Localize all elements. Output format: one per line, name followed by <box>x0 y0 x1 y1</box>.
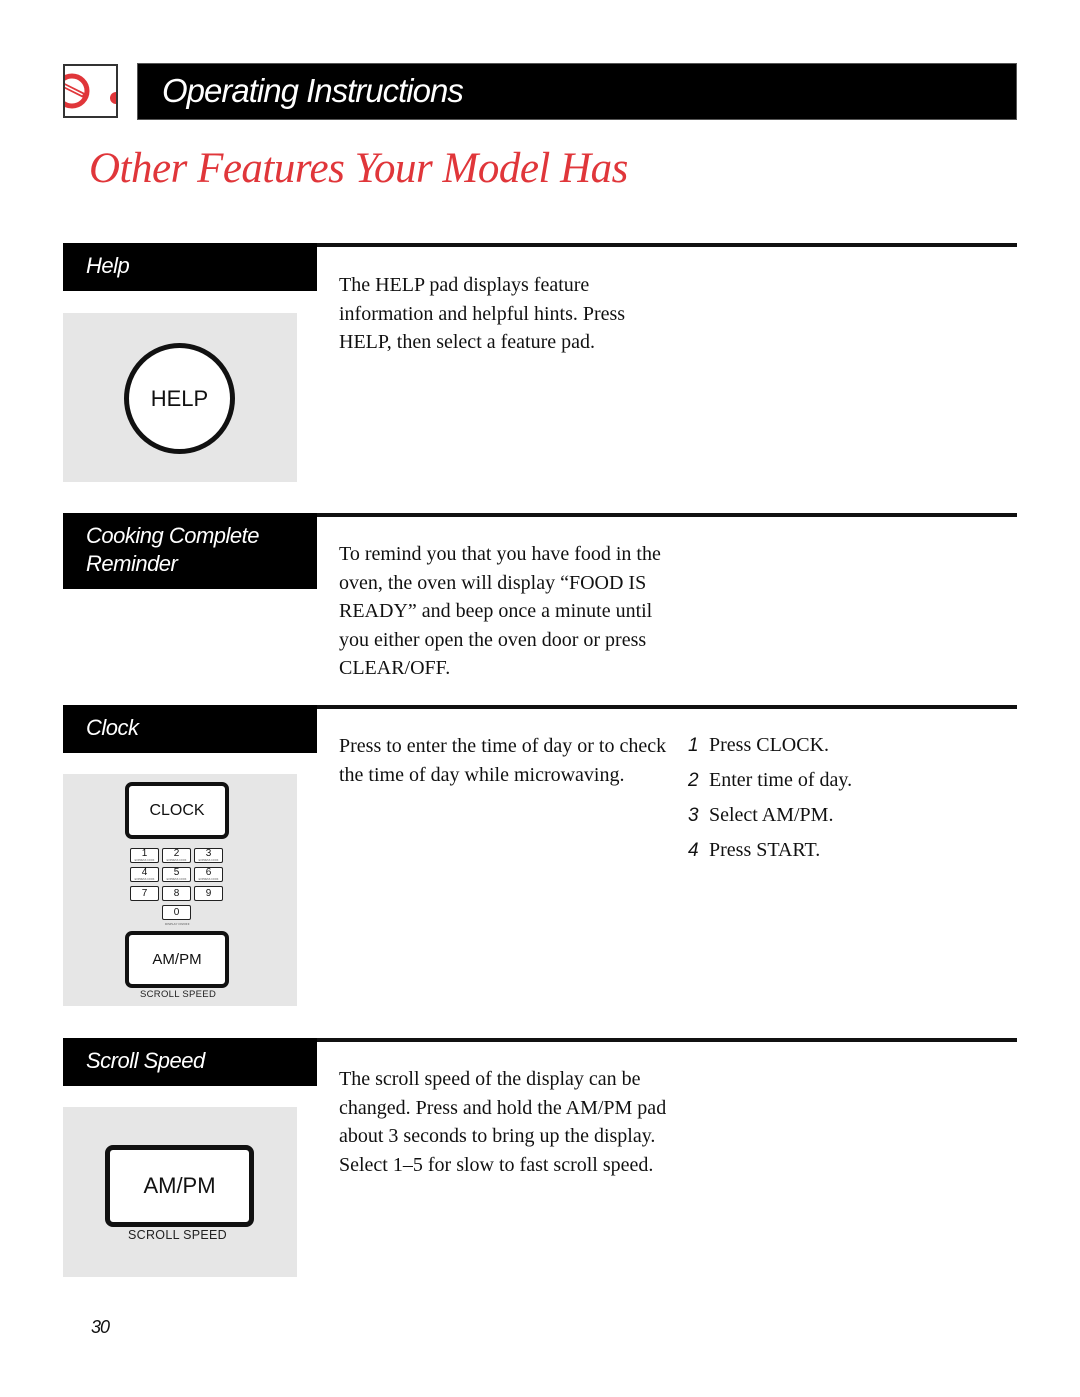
section-rule-clock <box>317 705 1017 709</box>
keypad-key-9-digit: 9 <box>205 888 212 899</box>
keypad-key-7-digit: 7 <box>141 888 148 899</box>
keypad-key-5-sub: EXPRESS COOK <box>166 878 187 881</box>
clock-step-number: 3 <box>688 805 699 826</box>
clock-ampm-caption: SCROLL SPEED <box>140 989 217 1000</box>
clock-step: 1 Press CLOCK. <box>688 734 852 769</box>
keypad-key-2[interactable]: 2 EXPRESS COOK <box>162 848 191 863</box>
keypad-key-4-digit: 4 <box>141 867 148 878</box>
keypad-key-7[interactable]: 7 <box>130 886 159 901</box>
section-label-cooking-complete: Cooking Complete Reminder <box>63 513 317 589</box>
keypad-key-3-digit: 3 <box>205 848 212 859</box>
clock-pad-button[interactable]: CLOCK <box>125 782 229 839</box>
section-label-help: Help <box>63 243 317 291</box>
clock-ampm-pad-label: AM/PM <box>152 951 202 968</box>
clock-step-text: Press START. <box>709 839 821 861</box>
keypad-key-2-sub: EXPRESS COOK <box>166 859 187 862</box>
section-label-scroll-speed: Scroll Speed <box>63 1038 317 1086</box>
section-rule-cooking-complete <box>317 513 1017 517</box>
keypad-key-4[interactable]: 4 EXPRESS COOK <box>130 867 159 882</box>
clock-step: 3 Select AM/PM. <box>688 804 852 839</box>
scroll-speed-ampm-pad-button[interactable]: AM/PM <box>105 1145 254 1227</box>
clock-step-text: Enter time of day. <box>709 769 853 791</box>
keypad-key-5-digit: 5 <box>173 867 180 878</box>
clock-steps-list: 1 Press CLOCK. 2 Enter time of day. 3 Selec… <box>688 734 852 874</box>
clock-step: 2 Enter time of day. <box>688 769 852 804</box>
range-dial-icon-graphic <box>65 73 116 109</box>
clock-description: Press to enter the time of day or to che… <box>339 735 667 786</box>
keypad-key-8[interactable]: 8 <box>162 886 191 901</box>
scroll-speed-ampm-pad-label: AM/PM <box>143 1173 216 1198</box>
section-rule-help <box>317 243 1017 247</box>
keypad-key-4-sub: EXPRESS COOK <box>134 878 155 881</box>
page-number: 30 <box>91 1317 110 1337</box>
cooking-complete-description: To remind you that you have food in the … <box>339 543 661 679</box>
section-label-clock: Clock <box>63 705 317 753</box>
keypad-key-0[interactable]: 0 <box>162 905 191 920</box>
clock-step-number: 4 <box>688 840 699 861</box>
section-label-cooking-complete-line1: Cooking Complete <box>86 523 259 548</box>
clock-step-text: Select AM/PM. <box>709 804 834 826</box>
section-rule-scroll-speed <box>317 1038 1017 1042</box>
scroll-speed-description: The scroll speed of the display can be c… <box>339 1068 667 1176</box>
help-pad-button[interactable]: HELP <box>124 343 235 454</box>
clock-ampm-pad-button[interactable]: AM/PM <box>125 931 229 988</box>
keypad-key-6-sub: EXPRESS COOK <box>198 878 219 881</box>
keypad-key-5[interactable]: 5 EXPRESS COOK <box>162 867 191 882</box>
help-pad-label: HELP <box>150 385 209 411</box>
keypad-key-1[interactable]: 1 EXPRESS COOK <box>130 848 159 863</box>
section-label-scroll-speed-text: Scroll Speed <box>86 1048 205 1073</box>
keypad-key-3[interactable]: 3 EXPRESS COOK <box>194 848 223 863</box>
page-title: Other Features Your Model Has <box>89 145 628 192</box>
clock-step-number: 2 <box>688 770 699 791</box>
keypad-key-9[interactable]: 9 <box>194 886 223 901</box>
clock-step: 4 Press START. <box>688 839 852 874</box>
keypad-key-1-digit: 1 <box>141 848 148 859</box>
keypad-key-2-digit: 2 <box>173 848 180 859</box>
keypad-key-6-digit: 6 <box>205 867 212 878</box>
section-label-cooking-complete-line2: Reminder <box>86 551 178 576</box>
keypad-key-8-digit: 8 <box>173 888 180 899</box>
section-label-help-text: Help <box>86 253 130 278</box>
range-dial-icon <box>63 64 118 118</box>
keypad-key-1-sub: EXPRESS COOK <box>134 859 155 862</box>
header-bar: Operating Instructions <box>137 63 1017 120</box>
keypad-zero-caption: DISPLAY ON/OFF <box>165 922 190 926</box>
clock-step-number: 1 <box>688 735 699 756</box>
keypad-key-0-digit: 0 <box>173 907 180 918</box>
keypad-key-3-sub: EXPRESS COOK <box>198 859 219 862</box>
clock-step-text: Press CLOCK. <box>709 734 830 756</box>
section-label-clock-text: Clock <box>86 715 139 740</box>
scroll-speed-caption: SCROLL SPEED <box>128 1228 228 1242</box>
keypad-key-6[interactable]: 6 EXPRESS COOK <box>194 867 223 882</box>
help-description: The HELP pad displays feature informatio… <box>339 274 626 353</box>
clock-pad-label: CLOCK <box>149 801 205 819</box>
header-title: Operating Instructions <box>162 72 464 109</box>
